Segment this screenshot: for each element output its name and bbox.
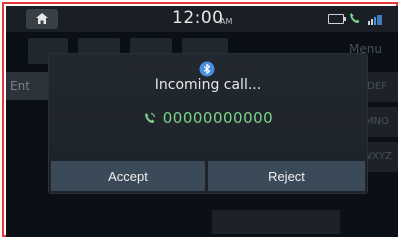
home-icon [36, 13, 48, 24]
infotainment-screen: 12:00 AM Menu Ent DEF MNO WXYZ Incoming … [6, 6, 398, 237]
incoming-call-dialog: Incoming call... 00000000000 Accept Reje… [49, 54, 367, 193]
signal-icon [368, 15, 382, 25]
bg-call-controls [212, 210, 340, 234]
caller-number-row: 00000000000 [49, 109, 367, 127]
accept-button[interactable]: Accept [51, 161, 205, 191]
caller-number: 00000000000 [162, 109, 274, 127]
dialog-title: Incoming call... [154, 77, 262, 93]
home-button[interactable] [26, 9, 58, 29]
bluetooth-icon [199, 61, 215, 77]
clock-time: 12:00 [172, 8, 224, 28]
clock-ampm: AM [220, 17, 233, 26]
phone-icon [145, 112, 155, 123]
battery-icon [328, 14, 346, 24]
phone-status-icon [350, 13, 360, 23]
status-bar: 12:00 AM [6, 6, 398, 32]
reject-button[interactable]: Reject [208, 161, 365, 191]
